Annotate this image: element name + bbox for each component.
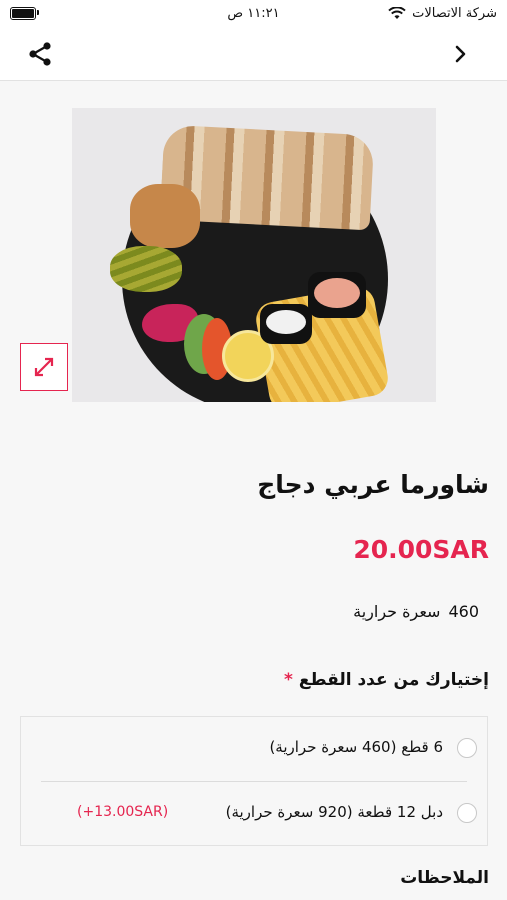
radio-button[interactable] (457, 803, 477, 823)
share-icon[interactable] (26, 40, 54, 68)
garlic-sauce-cup (260, 304, 312, 344)
option-extra-price: (+13.00SAR) (77, 804, 169, 820)
battery-icon (10, 7, 36, 20)
required-mark: * (284, 670, 293, 690)
option-6-pieces[interactable]: 6 قطع (460 سعرة حرارية) (21, 717, 487, 781)
chicken-pieces (130, 184, 200, 248)
product-price: 20.00SAR (353, 535, 489, 564)
status-bar: ١١:٢١ ص شركة الاتصالات (0, 0, 507, 28)
carrier-name: شركة الاتصالات (412, 6, 497, 21)
radio-button[interactable] (457, 738, 477, 758)
calories-value: 460 (448, 602, 479, 621)
product-image[interactable] (72, 108, 436, 402)
wifi-icon (388, 7, 406, 19)
chevron-right-icon[interactable] (451, 42, 471, 66)
options-title-text: إختيارك من عدد القطع (298, 670, 489, 690)
pickles (110, 246, 182, 292)
status-carrier: شركة الاتصالات (388, 6, 497, 21)
options-section-title: إختيارك من عدد القطع* (284, 670, 489, 690)
status-time: ١١:٢١ ص (227, 6, 280, 21)
option-double-12-pieces[interactable]: دبل 12 قطعة (920 سعرة حرارية) (+13.00SAR… (21, 782, 487, 846)
option-label: 6 قطع (460 سعرة حرارية) (269, 738, 443, 756)
option-label: دبل 12 قطعة (920 سعرة حرارية) (225, 803, 443, 821)
options-card: 6 قطع (460 سعرة حرارية) دبل 12 قطعة (920… (20, 716, 488, 846)
expand-image-button[interactable] (20, 343, 68, 391)
calories-info: 460 سعرة حرارية (353, 602, 479, 621)
nav-bar (0, 28, 507, 81)
notes-section-title: الملاحظات (400, 868, 489, 888)
product-title: شاورما عربي دجاج (257, 470, 489, 499)
expand-icon (34, 357, 54, 377)
pink-sauce-cup (308, 272, 366, 318)
battery-nub (37, 10, 39, 15)
calories-label: سعرة حرارية (353, 602, 441, 621)
